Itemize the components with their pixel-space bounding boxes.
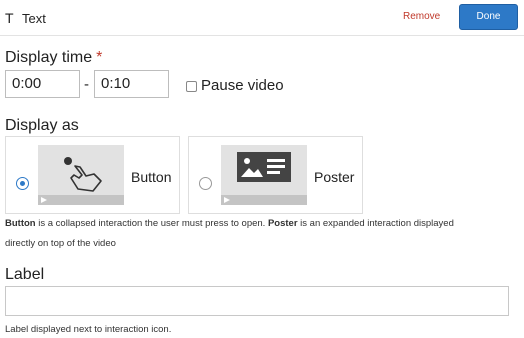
option-button[interactable]: Button: [5, 136, 180, 214]
option-poster-label: Poster: [314, 169, 355, 185]
play-icon: [224, 197, 230, 203]
play-icon: [41, 197, 47, 203]
option-poster[interactable]: Poster: [188, 136, 363, 214]
text-type-icon: T: [5, 10, 14, 26]
pause-video-checkbox[interactable]: [186, 81, 197, 92]
radio-button-selected[interactable]: [16, 177, 29, 190]
end-time-input[interactable]: 0:10: [94, 70, 169, 98]
poster-image-icon: [237, 152, 291, 182]
label-help: Label displayed next to interaction icon…: [5, 324, 172, 335]
remove-link[interactable]: Remove: [403, 11, 440, 22]
option-button-label: Button: [131, 169, 172, 185]
button-thumbnail: [38, 145, 124, 205]
editor-title: Text: [22, 11, 46, 26]
display-as-label: Display as: [5, 117, 79, 134]
done-button[interactable]: Done: [459, 4, 518, 30]
time-separator: -: [84, 76, 89, 93]
pause-video-label[interactable]: Pause video: [201, 77, 284, 94]
start-time-input[interactable]: 0:00: [5, 70, 80, 98]
scrollbar[interactable]: [514, 36, 524, 338]
radio-poster[interactable]: [199, 177, 212, 190]
display-time-label: Display time *: [5, 49, 103, 66]
poster-thumbnail: [221, 145, 307, 205]
display-as-help: Button is a collapsed interaction the us…: [5, 218, 454, 249]
label-input[interactable]: [5, 286, 509, 316]
editor-header: T Text Remove Done: [0, 0, 524, 36]
required-marker: *: [96, 49, 103, 66]
label-field-label: Label: [5, 266, 45, 283]
tap-gesture-icon: [64, 157, 102, 192]
